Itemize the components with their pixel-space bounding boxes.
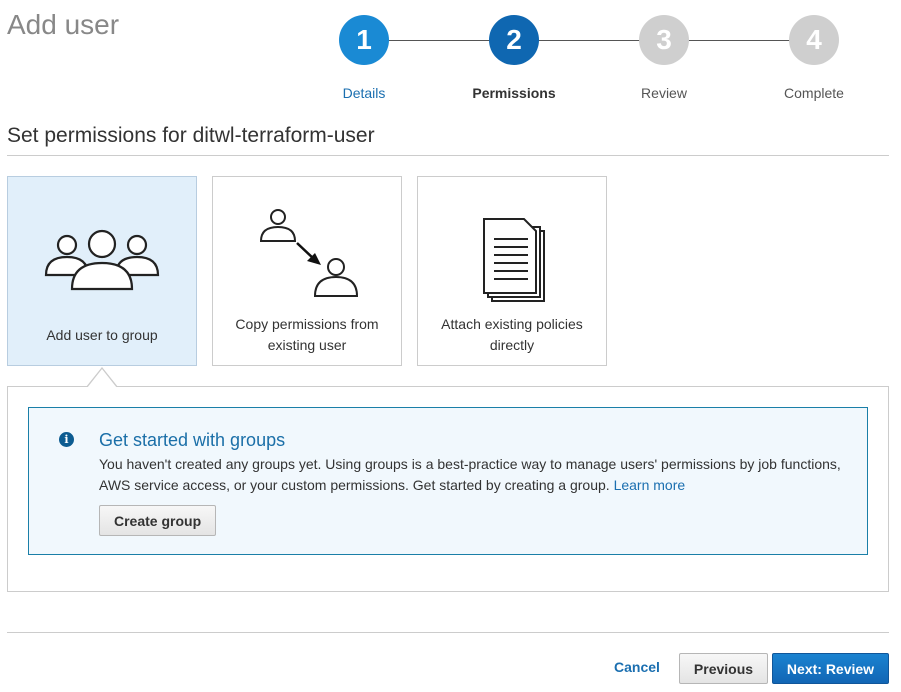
step-label: Details <box>342 85 386 101</box>
section-title: Set permissions for ditwl-terraform-user <box>7 124 375 147</box>
step-label: Review <box>641 85 687 101</box>
steps-connector <box>365 40 815 41</box>
learn-more-link[interactable]: Learn more <box>614 477 686 493</box>
policy-documents-icon <box>418 217 606 310</box>
previous-button[interactable]: Previous <box>679 653 768 684</box>
info-title: Get started with groups <box>99 430 286 450</box>
step-number: 3 <box>639 15 689 65</box>
option-label-line1: Copy permissions from <box>235 316 379 332</box>
step-label: Permissions <box>472 85 556 101</box>
option-attach-policies[interactable]: Attach existing policies directly <box>417 176 607 366</box>
option-label-line1: Attach existing policies <box>441 316 583 332</box>
step-number: 4 <box>789 15 839 65</box>
step-label: Complete <box>784 85 844 101</box>
info-message: You haven't created any groups yet. Usin… <box>99 456 841 493</box>
cancel-button[interactable]: Cancel <box>614 659 660 675</box>
create-group-button[interactable]: Create group <box>99 505 217 536</box>
info-icon: i <box>59 432 74 447</box>
option-add-user-to-group[interactable]: Add user to group <box>7 176 197 366</box>
option-label: Add user to group <box>46 327 158 343</box>
step-details[interactable]: 1 Details <box>314 15 414 101</box>
step-permissions: 2 Permissions <box>464 15 564 101</box>
option-copy-permissions[interactable]: Copy permissions from existing user <box>212 176 402 366</box>
wizard-steps: 1 Details 2 Permissions 3 Review 4 Compl… <box>330 15 850 101</box>
next-review-button[interactable]: Next: Review <box>772 653 889 684</box>
step-review: 3 Review <box>614 15 714 101</box>
footer-divider <box>7 632 889 633</box>
info-text: You haven't created any groups yet. Usin… <box>99 454 859 496</box>
divider <box>7 155 889 156</box>
step-number: 1 <box>339 15 389 65</box>
panel-pointer-fill <box>87 369 117 388</box>
info-alert: i Get started with groups You haven't cr… <box>28 407 868 555</box>
option-label-line2: existing user <box>267 337 347 353</box>
step-complete: 4 Complete <box>764 15 864 101</box>
option-label-line2: directly <box>489 337 535 353</box>
users-group-icon <box>8 227 196 300</box>
page-title: Add user <box>7 9 120 40</box>
step-number: 2 <box>489 15 539 65</box>
copy-user-icon <box>213 207 401 302</box>
